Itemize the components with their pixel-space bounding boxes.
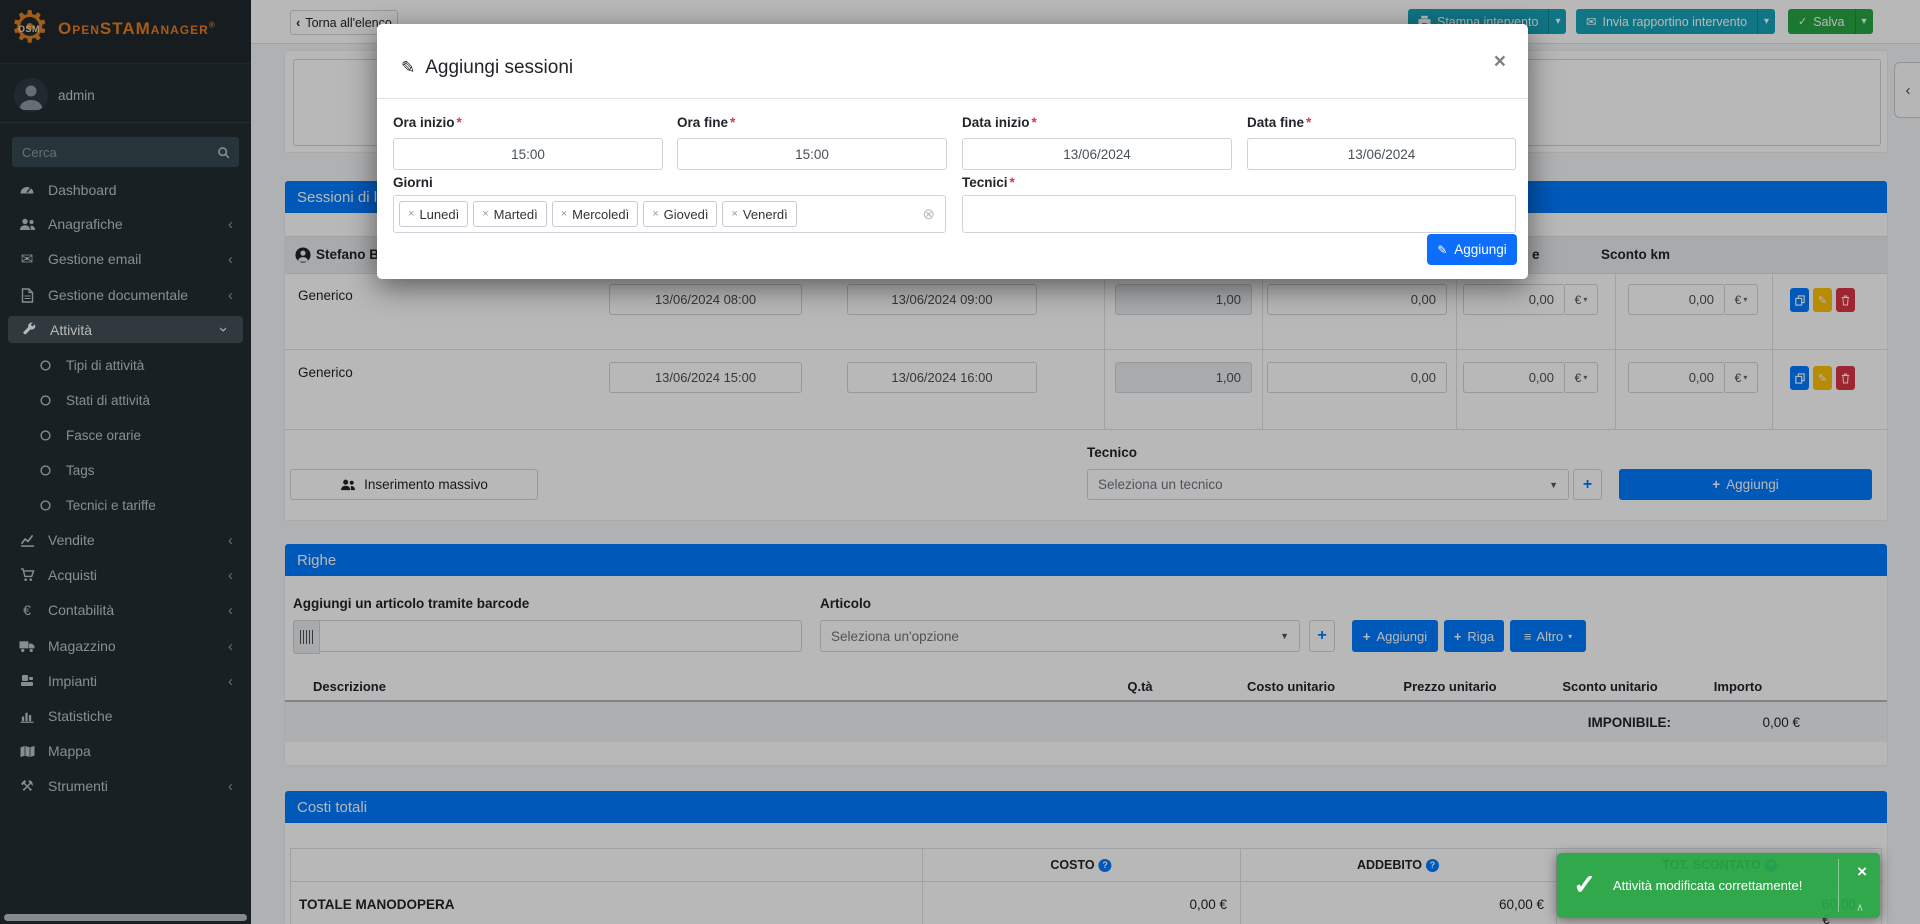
ora-fine-input[interactable] [677,138,947,170]
giorni-label: Giorni [393,175,433,190]
data-inizio-label: Data inizio* [962,115,1037,130]
day-tag[interactable]: ×Lunedì [399,201,468,227]
data-inizio-input[interactable] [962,138,1232,170]
required-asterisk: * [1010,175,1015,190]
required-asterisk: * [730,115,735,130]
data-fine-input[interactable] [1247,138,1516,170]
success-toast: ✓ Attività modificata correttamente! × ∧ [1557,853,1880,918]
day-tag[interactable]: ×Mercoledì [552,201,639,227]
modal-close-button[interactable]: × [1494,50,1506,74]
toast-divider [1838,859,1839,912]
tecnici-label: Tecnici* [962,175,1015,190]
day-tag[interactable]: ×Martedì [473,201,547,227]
modal-title: ✎ Aggiungi sessioni [401,57,573,79]
modal-header-divider [377,98,1528,99]
pencil-icon: ✎ [401,58,415,78]
remove-tag-icon[interactable]: × [482,208,488,220]
toast-close-icon[interactable]: × [1857,862,1867,882]
ora-inizio-label: Ora inizio* [393,115,462,130]
tecnici-field[interactable] [962,195,1516,233]
clear-all-tags-icon[interactable]: ⊗ [922,205,935,223]
check-icon: ✓ [1573,868,1596,901]
chevron-up-icon[interactable]: ∧ [1856,901,1864,914]
required-asterisk: * [1032,115,1037,130]
modal-submit-button[interactable]: ✎ Aggiungi [1427,234,1517,265]
required-asterisk: * [1306,115,1311,130]
giorni-tag-field[interactable]: ×Lunedì ×Martedì ×Mercoledì ×Giovedì ×Ve… [393,195,946,233]
remove-tag-icon[interactable]: × [561,208,567,220]
edit-square-icon: ✎ [1437,243,1447,257]
app-window: ⚙ OSM OpenSTAManager® admin Dashboard An… [0,0,1920,924]
ora-inizio-input[interactable] [393,138,663,170]
ora-fine-label: Ora fine* [677,115,735,130]
toast-message: Attività modificata correttamente! [1613,878,1802,893]
day-tag[interactable]: ×Venerdì [722,201,796,227]
remove-tag-icon[interactable]: × [652,208,658,220]
day-tag[interactable]: ×Giovedì [643,201,717,227]
data-fine-label: Data fine* [1247,115,1311,130]
remove-tag-icon[interactable]: × [731,208,737,220]
add-sessions-modal: ✎ Aggiungi sessioni × Ora inizio* Ora fi… [377,24,1528,279]
required-asterisk: * [457,115,462,130]
remove-tag-icon[interactable]: × [408,208,414,220]
